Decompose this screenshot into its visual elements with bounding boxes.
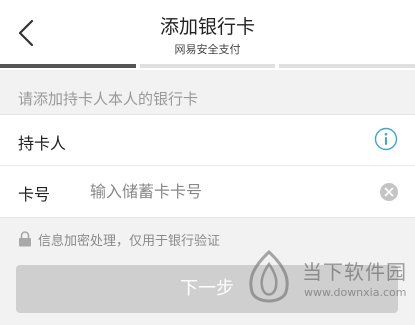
step-progress-bar: [0, 64, 415, 70]
step-segment-3: [279, 64, 415, 68]
watermark-url: www.downxia.com: [304, 286, 407, 299]
step-segment-2: [140, 64, 275, 68]
watermark-name: 当下软件园: [302, 260, 407, 284]
watermark: 当下软件园 www.downxia.com: [240, 248, 410, 310]
holder-row: 持卡人: [0, 115, 415, 165]
clear-icon[interactable]: [380, 183, 398, 201]
watermark-logo-icon: [249, 249, 289, 303]
security-notice-text: 信息加密处理，仅用于银行验证: [38, 234, 221, 249]
page-subtitle: 网易安全支付: [174, 43, 241, 56]
step-segment-1: [0, 64, 136, 68]
card-number-input[interactable]: [90, 178, 360, 204]
page-title: 添加银行卡: [159, 16, 255, 38]
card-form: 持卡人 卡号: [0, 114, 415, 218]
holder-label: 持卡人: [18, 134, 67, 153]
lock-icon: [19, 231, 31, 247]
nav-header: 添加银行卡 网易安全支付: [0, 0, 415, 64]
card-number-row: 卡号: [0, 166, 415, 216]
card-number-label: 卡号: [18, 185, 51, 204]
info-icon[interactable]: [374, 127, 398, 151]
form-hint: 请添加持卡人本人的银行卡: [18, 90, 199, 108]
